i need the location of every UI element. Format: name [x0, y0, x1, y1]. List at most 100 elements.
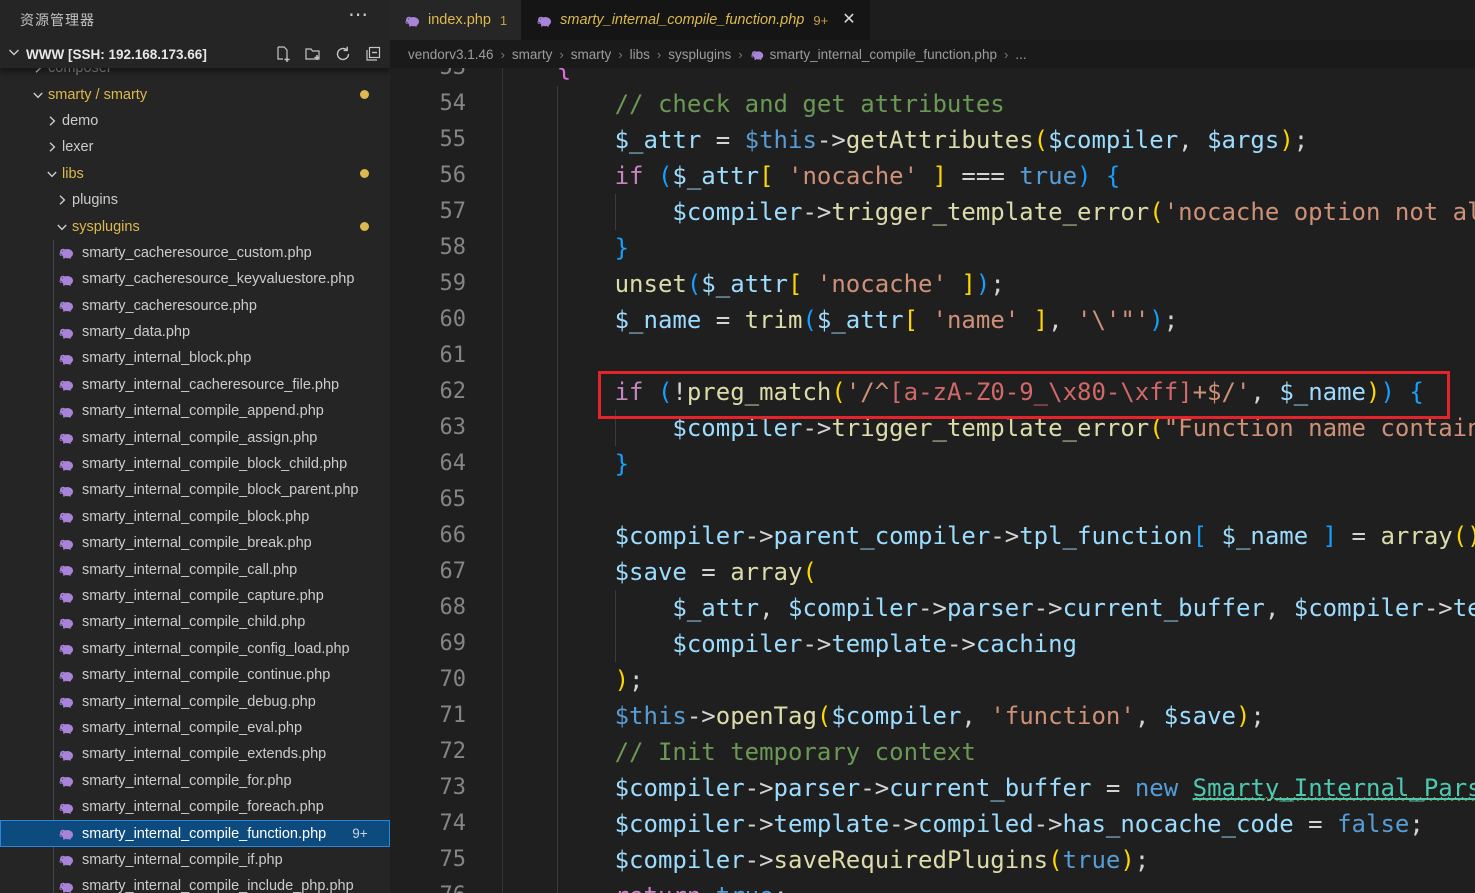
- tree-file-smarty-internal-compile-extends-php[interactable]: smarty_internal_compile_extends.php: [0, 741, 390, 767]
- tab-index-php[interactable]: index.php 1: [390, 0, 522, 40]
- code-line-57[interactable]: 57 $compiler->trigger_template_error('no…: [390, 194, 1475, 230]
- line-number[interactable]: 55: [390, 122, 466, 158]
- line-number[interactable]: 67: [390, 554, 466, 590]
- explorer-sidebar: composersmarty / smartydemolexerlibsplug…: [0, 0, 390, 893]
- tree-folder-libs[interactable]: libs: [0, 161, 390, 187]
- line-number[interactable]: 64: [390, 446, 466, 482]
- line-number[interactable]: 69: [390, 626, 466, 662]
- code-line-73[interactable]: 73 $compiler->parser->current_buffer = n…: [390, 770, 1475, 806]
- tree-file-smarty-internal-compile-call-php[interactable]: smarty_internal_compile_call.php: [0, 556, 390, 582]
- code-line-66[interactable]: 66 $compiler->parent_compiler->tpl_funct…: [390, 518, 1475, 554]
- tree-file-smarty-internal-compile-foreach-php[interactable]: smarty_internal_compile_foreach.php: [0, 794, 390, 820]
- code-line-67[interactable]: 67 $save = array(: [390, 554, 1475, 590]
- breadcrumb-item[interactable]: smarty: [571, 47, 612, 62]
- tree-file-smarty-internal-compile-include-php-php[interactable]: smarty_internal_compile_include_php.php: [0, 873, 390, 893]
- breadcrumb-item[interactable]: libs: [630, 47, 650, 62]
- tree-file-smarty-internal-compile-block-php[interactable]: smarty_internal_compile_block.php: [0, 504, 390, 530]
- new-folder-icon[interactable]: [304, 45, 322, 63]
- code-line-68[interactable]: 68 $_attr, $compiler->parser->current_bu…: [390, 590, 1475, 626]
- tree-folder-sysplugins[interactable]: sysplugins: [0, 213, 390, 239]
- line-number[interactable]: 71: [390, 698, 466, 734]
- tree-file-smarty-internal-block-php[interactable]: smarty_internal_block.php: [0, 345, 390, 371]
- breadcrumb-item[interactable]: vendorv3.1.46: [408, 47, 494, 62]
- code-editor[interactable]: 53 {54 // check and get attributes55 $_a…: [390, 68, 1475, 893]
- code-line-72[interactable]: 72 // Init temporary context: [390, 734, 1475, 770]
- workspace-root-header[interactable]: WWW [SSH: 192.168.173.66]: [0, 40, 390, 68]
- tree-file-smarty-internal-compile-config-load-php[interactable]: smarty_internal_compile_config_load.php: [0, 636, 390, 662]
- line-number[interactable]: 60: [390, 302, 466, 338]
- tree-folder-smarty-smarty[interactable]: smarty / smarty: [0, 81, 390, 107]
- code-line-60[interactable]: 60 $_name = trim($_attr[ 'name' ], '\'"'…: [390, 302, 1475, 338]
- breadcrumb-item[interactable]: smarty_internal_compile_function.php: [770, 47, 997, 62]
- tree-item-label: smarty_internal_compile_capture.php: [82, 588, 324, 604]
- tree-file-smarty-internal-compile-eval-php[interactable]: smarty_internal_compile_eval.php: [0, 715, 390, 741]
- tree-file-smarty-internal-compile-continue-php[interactable]: smarty_internal_compile_continue.php: [0, 662, 390, 688]
- breadcrumb-item[interactable]: ...: [1015, 47, 1026, 62]
- line-number[interactable]: 65: [390, 482, 466, 518]
- tree-file-smarty-data-php[interactable]: smarty_data.php: [0, 319, 390, 345]
- code-line-75[interactable]: 75 $compiler->saveRequiredPlugins(true);: [390, 842, 1475, 878]
- line-number[interactable]: 76: [390, 878, 466, 893]
- tree-file-smarty-internal-compile-debug-php[interactable]: smarty_internal_compile_debug.php: [0, 688, 390, 714]
- more-actions-icon[interactable]: ⋯: [348, 2, 368, 27]
- tree-file-smarty-internal-compile-block-parent-php[interactable]: smarty_internal_compile_block_parent.php: [0, 477, 390, 503]
- line-number[interactable]: 68: [390, 590, 466, 626]
- code-line-54[interactable]: 54 // check and get attributes: [390, 86, 1475, 122]
- code-line-59[interactable]: 59 unset($_attr[ 'nocache' ]);: [390, 266, 1475, 302]
- tree-folder-demo[interactable]: demo: [0, 108, 390, 134]
- tree-file-smarty-cacheresource-keyvaluestore-php[interactable]: smarty_cacheresource_keyvaluestore.php: [0, 266, 390, 292]
- code-line-74[interactable]: 74 $compiler->template->compiled->has_no…: [390, 806, 1475, 842]
- line-number[interactable]: 63: [390, 410, 466, 446]
- code-line-64[interactable]: 64 }: [390, 446, 1475, 482]
- line-number[interactable]: 72: [390, 734, 466, 770]
- line-number[interactable]: 62: [390, 374, 466, 410]
- code-line-71[interactable]: 71 $this->openTag($compiler, 'function',…: [390, 698, 1475, 734]
- tree-file-smarty-internal-compile-append-php[interactable]: smarty_internal_compile_append.php: [0, 398, 390, 424]
- line-number[interactable]: 58: [390, 230, 466, 266]
- code-line-56[interactable]: 56 if ($_attr[ 'nocache' ] === true) {: [390, 158, 1475, 194]
- code-line-61[interactable]: 61: [390, 338, 1475, 374]
- code-line-69[interactable]: 69 $compiler->template->caching: [390, 626, 1475, 662]
- chevron-down-icon: [44, 166, 60, 182]
- collapse-all-icon[interactable]: [364, 45, 382, 63]
- new-file-icon[interactable]: [274, 45, 292, 63]
- tree-folder-lexer[interactable]: lexer: [0, 134, 390, 160]
- tree-file-smarty-internal-compile-if-php[interactable]: smarty_internal_compile_if.php: [0, 847, 390, 873]
- code-line-65[interactable]: 65: [390, 482, 1475, 518]
- php-icon: [58, 614, 75, 631]
- line-number[interactable]: 59: [390, 266, 466, 302]
- refresh-icon[interactable]: [334, 45, 352, 63]
- line-number[interactable]: 56: [390, 158, 466, 194]
- code-text: $save = array(: [499, 554, 817, 590]
- tree-file-smarty-internal-compile-assign-php[interactable]: smarty_internal_compile_assign.php: [0, 424, 390, 450]
- code-line-58[interactable]: 58 }: [390, 230, 1475, 266]
- tree-file-smarty-internal-compile-function-php[interactable]: smarty_internal_compile_function.php9+: [0, 820, 390, 846]
- tree-file-smarty-internal-compile-break-php[interactable]: smarty_internal_compile_break.php: [0, 530, 390, 556]
- tree-file-smarty-internal-cacheresource-file-php[interactable]: smarty_internal_cacheresource_file.php: [0, 372, 390, 398]
- breadcrumb-item[interactable]: smarty: [512, 47, 553, 62]
- breadcrumb-item[interactable]: sysplugins: [668, 47, 731, 62]
- line-number[interactable]: 54: [390, 86, 466, 122]
- code-line-70[interactable]: 70 );: [390, 662, 1475, 698]
- close-icon[interactable]: ✕: [842, 12, 855, 28]
- line-number[interactable]: 66: [390, 518, 466, 554]
- tree-file-smarty-internal-compile-block-child-php[interactable]: smarty_internal_compile_block_child.php: [0, 451, 390, 477]
- code-line-55[interactable]: 55 $_attr = $this->getAttributes($compil…: [390, 122, 1475, 158]
- line-number[interactable]: 70: [390, 662, 466, 698]
- line-number[interactable]: 53: [390, 68, 466, 86]
- line-number[interactable]: 61: [390, 338, 466, 374]
- tree-folder-plugins[interactable]: plugins: [0, 187, 390, 213]
- tab-smarty-internal-compile-function[interactable]: smarty_internal_compile_function.php 9+ …: [522, 0, 869, 40]
- line-number[interactable]: 73: [390, 770, 466, 806]
- code-line-53[interactable]: 53 {: [390, 68, 1475, 86]
- tree-file-smarty-internal-compile-for-php[interactable]: smarty_internal_compile_for.php: [0, 768, 390, 794]
- tree-file-smarty-cacheresource-php[interactable]: smarty_cacheresource.php: [0, 293, 390, 319]
- line-number[interactable]: 57: [390, 194, 466, 230]
- line-number[interactable]: 75: [390, 842, 466, 878]
- line-number[interactable]: 74: [390, 806, 466, 842]
- tree-file-smarty-internal-compile-capture-php[interactable]: smarty_internal_compile_capture.php: [0, 583, 390, 609]
- tree-file-smarty-internal-compile-child-php[interactable]: smarty_internal_compile_child.php: [0, 609, 390, 635]
- workspace-root-label: WWW [SSH: 192.168.173.66]: [26, 47, 207, 62]
- tree-file-smarty-cacheresource-custom-php[interactable]: smarty_cacheresource_custom.php: [0, 240, 390, 266]
- code-line-76[interactable]: 76 return true;: [390, 878, 1475, 893]
